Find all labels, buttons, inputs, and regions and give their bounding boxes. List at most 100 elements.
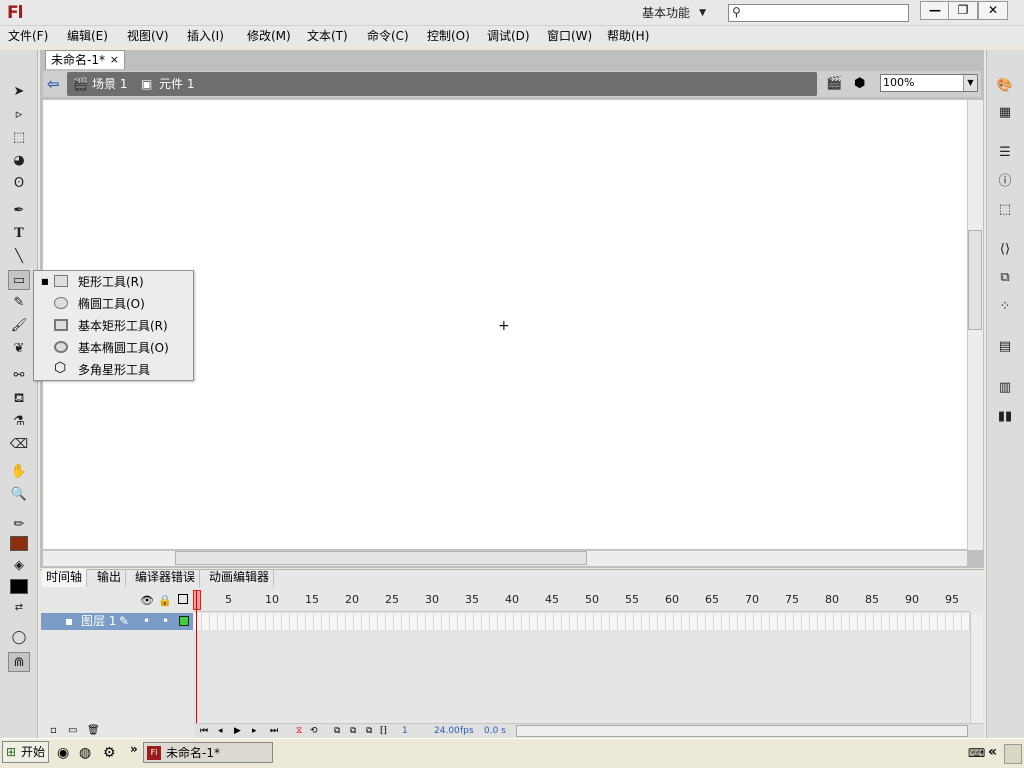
back-arrow-icon[interactable]: ⇦ [47,76,63,92]
selection-tool-icon[interactable]: ➤ [8,82,30,102]
horizontal-scroll-thumb[interactable] [175,551,587,565]
eye-icon[interactable]: 👁 [140,594,154,607]
deco-tool-icon[interactable]: ❦ [8,339,30,359]
new-folder-icon[interactable]: ▭ [68,725,77,736]
flyout-polystar-tool[interactable]: ⬡ 多角星形工具 [34,359,193,381]
lasso-tool-icon[interactable]: ʘ [8,174,30,194]
tab-compiler-errors[interactable]: 编译器错误 [131,569,201,587]
frame-strip[interactable] [194,613,970,630]
pen-tool-icon[interactable]: ✒ [8,201,30,221]
visibility-dot[interactable]: • [143,613,150,630]
menu-debug[interactable]: 调试(D) [487,26,530,46]
menu-view[interactable]: 视图(V) [127,26,169,46]
bone-tool-icon[interactable]: ⚯ [8,366,30,386]
zoom-tool-icon[interactable]: 🔍 [8,485,30,505]
fps-value[interactable]: 24.00 [434,724,460,738]
step-back-icon[interactable]: ◂ [218,724,223,738]
motion-presets-icon[interactable]: ⁘ [994,297,1016,317]
onion-skin-icon[interactable]: ⧉ [334,724,340,738]
menu-text[interactable]: 文本(T) [307,26,348,46]
menu-commands[interactable]: 命令(C) [367,26,409,46]
library-icon[interactable]: ▥ [994,378,1016,398]
eraser-tool-icon[interactable]: ⌫ [8,435,30,455]
center-frame-icon[interactable]: ⧖ [296,724,302,738]
restore-button[interactable]: ❐ [948,1,978,20]
color-palette-icon[interactable]: 🎨 [994,76,1016,96]
last-frame-icon[interactable]: ⏭ [270,724,278,738]
tray-expand-icon[interactable]: « [988,744,997,760]
taskbar-window-item[interactable]: Fl 未命名-1* [143,742,273,763]
step-forward-icon[interactable]: ▸ [252,724,257,738]
eyedropper-tool-icon[interactable]: ⚗ [8,412,30,432]
edit-multiple-icon[interactable]: ⧉ [366,724,372,738]
flyout-primitive-rectangle-tool[interactable]: 基本矩形工具(R) [34,315,193,337]
settings-icon[interactable]: ⚙ [103,745,116,761]
books-icon[interactable]: ▮▮ [994,407,1016,427]
media-player-icon[interactable]: ◉ [57,745,69,761]
line-tool-icon[interactable]: ╲ [8,247,30,267]
minimize-button[interactable]: — [920,1,950,20]
layer-color-swatch[interactable] [179,616,189,626]
play-icon[interactable]: ▶ [234,724,241,738]
onion-markers-icon[interactable]: ⁅⁆ [380,724,387,738]
pencil-tool-icon[interactable]: ✎ [8,293,30,313]
edit-symbols-icon[interactable]: ⬢ [854,76,865,91]
menu-file[interactable]: 文件(F) [8,26,48,46]
paint-bucket-tool-icon[interactable]: ⛾ [8,389,30,409]
start-button[interactable]: ⊞ 开始 [2,741,49,763]
hand-tool-icon[interactable]: ✋ [8,462,30,482]
free-transform-tool-icon[interactable]: ⬚ [8,128,30,148]
breadcrumb-symbol[interactable]: 元件 1 [159,72,194,96]
project-icon[interactable]: ▤ [994,337,1016,357]
subselection-tool-icon[interactable]: ▹ [8,105,30,125]
menu-help[interactable]: 帮助(H) [607,26,649,46]
new-layer-icon[interactable]: ▫ [50,725,57,736]
object-drawing-icon[interactable]: ◯ [8,628,30,648]
delete-layer-icon[interactable]: 🗑 [87,725,100,736]
breadcrumb-scene[interactable]: 场景 1 [92,72,127,96]
tab-output[interactable]: 输出 [93,569,127,587]
edit-scene-icon[interactable]: 🎬 [826,76,842,91]
rectangle-tool-icon[interactable]: ▭ [8,270,30,290]
flyout-oval-tool[interactable]: 椭圆工具(O) [34,293,193,315]
loop-icon[interactable]: ⟲ [310,724,318,738]
swatches-grid-icon[interactable]: ▦ [994,103,1016,123]
align-icon[interactable]: ☰ [994,143,1016,163]
first-frame-icon[interactable]: ⏮ [200,724,208,738]
close-button[interactable]: ✕ [978,1,1008,20]
tab-motion-editor[interactable]: 动画编辑器 [205,569,275,587]
keyboard-icon[interactable]: ⌨ [968,746,985,760]
snap-magnet-icon[interactable]: ⋒ [8,652,30,672]
tab-timeline[interactable]: 时间轴 [42,569,88,587]
tray-clock-area[interactable] [1004,744,1022,764]
swap-colors-icon[interactable]: ⇄ [8,598,30,618]
outline-icon[interactable] [178,594,188,604]
zoom-select[interactable]: 100% ▼ [880,74,978,92]
flyout-primitive-oval-tool[interactable]: 基本椭圆工具(O) [34,337,193,359]
menu-edit[interactable]: 编辑(E) [67,26,108,46]
document-tab[interactable]: 未命名-1* × [45,50,125,69]
transform-icon[interactable]: ⬚ [994,200,1016,220]
timeline-horizontal-scrollbar[interactable] [516,725,968,737]
workspace-switcher[interactable]: 基本功能 ▼ [634,2,712,24]
search-input[interactable]: ⚲ [728,4,909,22]
3d-rotation-tool-icon[interactable]: ◕ [8,151,30,171]
browser-icon[interactable]: ◍ [79,745,91,761]
quicklaunch-expand-icon[interactable]: » [130,742,138,756]
menu-window[interactable]: 窗口(W) [547,26,592,46]
close-icon[interactable]: × [110,51,119,69]
layer-row[interactable]: ▪ 图层 1 ✎ • • [41,613,193,630]
flyout-rectangle-tool[interactable]: ■ 矩形工具(R) [34,271,193,293]
info-icon[interactable]: ⓘ [994,172,1016,192]
brush-tool-icon[interactable]: 🖌 [8,316,30,336]
onion-outline-icon[interactable]: ⧉ [350,724,356,738]
menu-modify[interactable]: 修改(M) [247,26,291,46]
lock-dot[interactable]: • [162,613,169,630]
vertical-scroll-thumb[interactable] [968,230,982,330]
stroke-color-swatch[interactable] [10,536,28,551]
lock-icon[interactable]: 🔒 [158,594,172,607]
fill-color-swatch[interactable] [10,579,28,594]
menu-insert[interactable]: 插入(I) [187,26,224,46]
menu-control[interactable]: 控制(O) [427,26,470,46]
playhead-marker[interactable] [193,590,201,610]
